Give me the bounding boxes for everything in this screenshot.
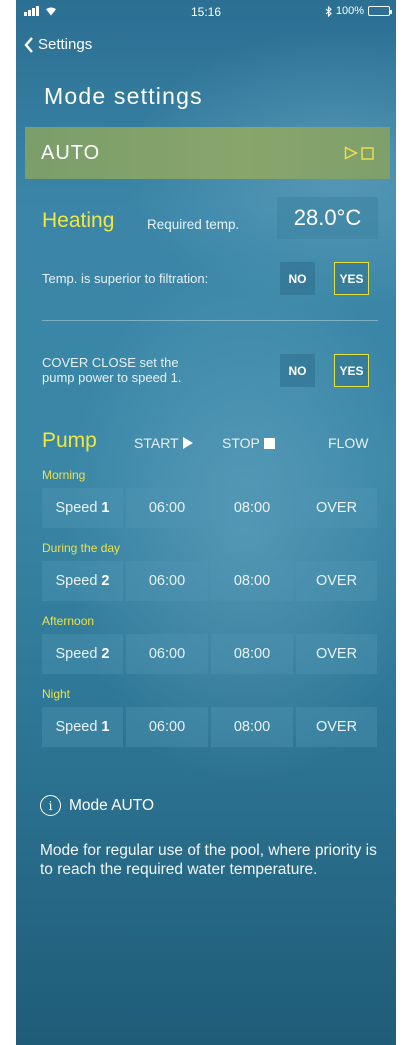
chevron-left-icon bbox=[24, 36, 33, 53]
bluetooth-icon bbox=[325, 5, 332, 17]
flow-cell[interactable]: OVER bbox=[296, 707, 377, 747]
status-bar: 15:16 100% bbox=[16, 0, 396, 24]
start-time-cell[interactable]: 06:00 bbox=[126, 634, 208, 674]
period-label-day: During the day bbox=[42, 541, 121, 555]
temp-superior-label: Temp. is superior to filtration: bbox=[42, 271, 209, 286]
cover-close-label-line1: COVER CLOSE set the bbox=[42, 355, 179, 370]
back-button[interactable]: Settings bbox=[24, 36, 92, 53]
mode-name: AUTO bbox=[41, 141, 101, 164]
heating-title: Heating bbox=[42, 209, 115, 232]
mode-selector[interactable]: AUTO bbox=[25, 127, 390, 179]
back-label: Settings bbox=[38, 36, 93, 53]
stop-time-cell[interactable]: 08:00 bbox=[211, 488, 293, 528]
speed-value: 2 bbox=[101, 646, 110, 662]
period-label-night: Night bbox=[42, 687, 71, 701]
speed-cell[interactable]: Speed 1 bbox=[42, 707, 123, 747]
speed-value: 2 bbox=[101, 573, 110, 589]
speed-value: 1 bbox=[101, 500, 110, 516]
speed-cell[interactable]: Speed 2 bbox=[42, 561, 123, 601]
mode-description: Mode for regular use of the pool, where … bbox=[40, 842, 377, 878]
stop-outline-icon[interactable] bbox=[361, 146, 374, 160]
start-label: START bbox=[134, 435, 179, 451]
start-time-cell[interactable]: 06:00 bbox=[126, 561, 208, 601]
temp-superior-no-button[interactable]: NO bbox=[280, 262, 315, 295]
info-icon: i bbox=[40, 795, 61, 816]
play-icon bbox=[182, 437, 193, 449]
start-column-header: START bbox=[134, 435, 193, 451]
period-label-afternoon: Afternoon bbox=[42, 614, 95, 628]
speed-word: Speed bbox=[55, 719, 98, 735]
mode-info: i Mode AUTO bbox=[40, 795, 154, 816]
stop-label: STOP bbox=[222, 435, 260, 451]
speed-word: Speed bbox=[55, 500, 98, 516]
cover-close-label: COVER CLOSE set the pump power to speed … bbox=[42, 355, 181, 385]
cover-close-label-line2: pump power to speed 1. bbox=[42, 370, 182, 385]
speed-cell[interactable]: Speed 1 bbox=[42, 488, 123, 528]
speed-cell[interactable]: Speed 2 bbox=[42, 634, 123, 674]
cover-yes-button[interactable]: YES bbox=[334, 354, 369, 387]
mode-controls bbox=[344, 146, 374, 160]
start-time-cell[interactable]: 06:00 bbox=[126, 488, 208, 528]
page-title: Mode settings bbox=[44, 83, 203, 109]
battery-percent: 100% bbox=[335, 5, 364, 17]
divider bbox=[42, 320, 378, 321]
stop-icon bbox=[263, 437, 275, 449]
stop-time-cell[interactable]: 08:00 bbox=[211, 634, 293, 674]
status-right: 100% bbox=[325, 5, 392, 17]
speed-value: 1 bbox=[101, 719, 110, 735]
play-outline-icon[interactable] bbox=[344, 146, 358, 160]
app-screen: 15:16 100% Settings Mode settings AUTO H… bbox=[16, 0, 396, 1045]
battery-icon bbox=[368, 6, 392, 16]
flow-column-header: FLOW bbox=[328, 435, 368, 451]
start-time-cell[interactable]: 06:00 bbox=[126, 707, 208, 747]
flow-cell[interactable]: OVER bbox=[296, 561, 377, 601]
cover-no-button[interactable]: NO bbox=[280, 354, 315, 387]
stop-column-header: STOP bbox=[222, 435, 275, 451]
temp-superior-yes-button[interactable]: YES bbox=[334, 262, 369, 295]
stop-time-cell[interactable]: 08:00 bbox=[211, 707, 293, 747]
required-temp-label: Required temp. bbox=[147, 217, 240, 232]
pump-title: Pump bbox=[42, 429, 97, 452]
flow-cell[interactable]: OVER bbox=[296, 634, 377, 674]
period-label-morning: Morning bbox=[42, 468, 86, 482]
speed-word: Speed bbox=[55, 646, 98, 662]
speed-word: Speed bbox=[55, 573, 98, 589]
stop-time-cell[interactable]: 08:00 bbox=[211, 561, 293, 601]
flow-label: FLOW bbox=[328, 435, 369, 451]
flow-cell[interactable]: OVER bbox=[296, 488, 377, 528]
required-temp-value[interactable]: 28.0°C bbox=[277, 197, 378, 239]
mode-info-title: Mode AUTO bbox=[69, 796, 155, 814]
